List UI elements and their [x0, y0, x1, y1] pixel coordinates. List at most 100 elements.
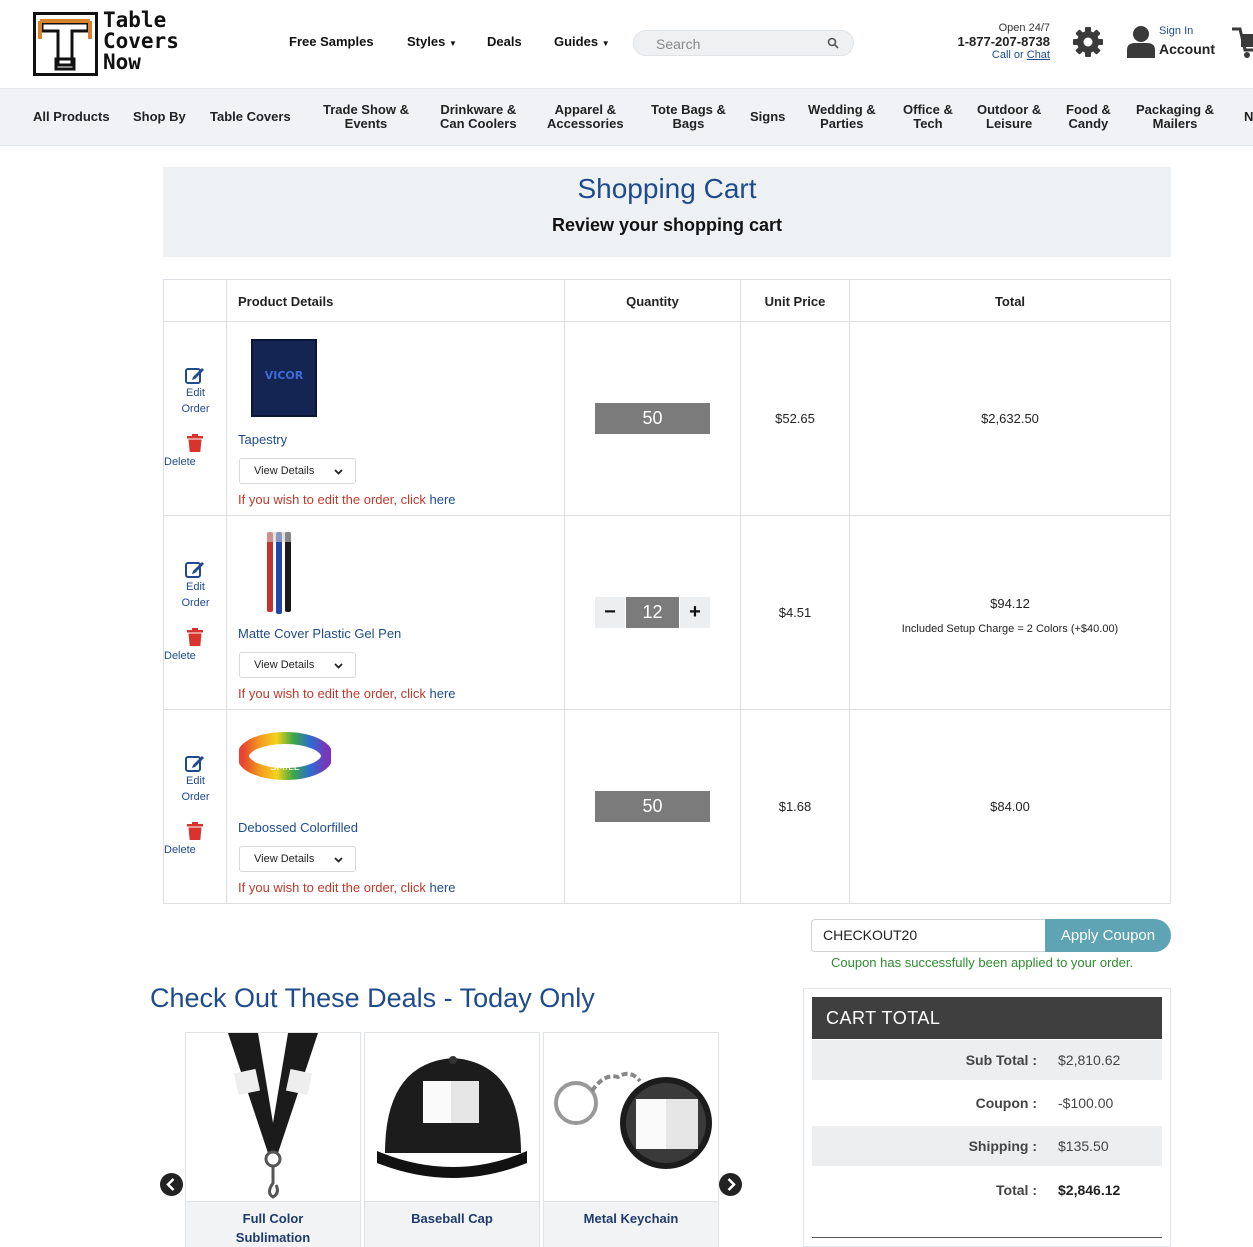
header-product-details: Product Details	[238, 294, 334, 309]
line-total: $2,632.50	[981, 411, 1039, 426]
logo-mark	[33, 12, 98, 76]
cart-icon[interactable]	[1232, 26, 1253, 60]
caret-down-icon: ▼	[448, 39, 457, 48]
nav-guides[interactable]: Guides ▼	[554, 34, 610, 49]
line-total: $84.00	[990, 799, 1030, 814]
unit-price: $4.51	[778, 605, 812, 620]
deal-card[interactable]: Full Color Sublimation	[185, 1032, 361, 1247]
category-wedding[interactable]: Wedding & Parties	[808, 103, 876, 131]
category-label: Bags	[672, 116, 705, 131]
header-quantity: Quantity	[626, 294, 679, 309]
deal-label: Metal Keychain	[583, 1211, 679, 1226]
category-outdoor[interactable]: Outdoor & Leisure	[977, 103, 1041, 131]
coupon-input[interactable]: CHECKOUT20	[811, 919, 1047, 952]
table-row: Edit Order Delete VICOR Tapestry View De…	[164, 322, 1170, 516]
edit-order-note: If you wish to edit the order, click her…	[238, 686, 456, 701]
edit-label: Edit	[186, 387, 205, 399]
edit-label: Edit	[186, 581, 205, 593]
category-signs[interactable]: Signs	[750, 110, 785, 124]
category-nav: All Products Shop By Table Covers Trade …	[0, 88, 1253, 146]
decrement-button[interactable]: −	[595, 597, 625, 628]
category-office[interactable]: Office & Tech	[903, 103, 953, 131]
account-link[interactable]: Account	[1159, 41, 1215, 57]
edit-order-button[interactable]: Edit Order	[164, 322, 227, 516]
apply-coupon-button[interactable]: Apply Coupon	[1045, 919, 1171, 952]
shipping-label: Shipping :	[968, 1138, 1037, 1154]
trash-icon[interactable]	[187, 822, 203, 840]
category-table-covers[interactable]: Table Covers	[210, 110, 291, 124]
delete-button[interactable]: Delete	[164, 844, 227, 856]
edit-note-text: If you wish to edit the order, click	[238, 686, 426, 701]
edit-here-link[interactable]: here	[430, 686, 456, 701]
edit-label: Edit	[186, 775, 205, 787]
product-image-gel-pen	[267, 532, 291, 614]
chat-link[interactable]: Chat	[1027, 49, 1050, 61]
category-tote-bags[interactable]: Tote Bags & Bags	[651, 103, 726, 131]
edit-order-button[interactable]: Edit Order	[164, 516, 227, 710]
product-name-link[interactable]: Debossed Colorfilled	[238, 820, 358, 835]
edit-here-link[interactable]: here	[430, 880, 456, 895]
trash-icon[interactable]	[187, 628, 203, 646]
deal-image-lanyard	[228, 1033, 318, 1199]
delete-button[interactable]: Delete	[164, 456, 227, 468]
quantity-field[interactable]: 50	[595, 791, 710, 822]
coupon-value: -$100.00	[1058, 1095, 1114, 1111]
user-icon[interactable]	[1126, 24, 1156, 58]
carousel-next-button[interactable]	[719, 1173, 742, 1196]
chevron-left-icon	[166, 1178, 175, 1191]
trash-icon[interactable]	[187, 434, 203, 452]
nav-styles[interactable]: Styles ▼	[407, 34, 457, 49]
nav-free-samples[interactable]: Free Samples	[289, 34, 374, 49]
product-name-link[interactable]: Matte Cover Plastic Gel Pen	[238, 626, 401, 641]
view-details-dropdown[interactable]: View Details	[239, 458, 356, 484]
product-name-link[interactable]: Tapestry	[238, 432, 287, 447]
category-label: Outdoor &	[977, 102, 1042, 117]
caret-down-icon: ▼	[601, 39, 610, 48]
gear-icon[interactable]	[1072, 26, 1104, 58]
view-details-dropdown[interactable]: View Details	[239, 652, 356, 678]
call-or-chat: Call or Chat	[930, 49, 1050, 61]
category-label: Candy	[1068, 116, 1109, 131]
category-food[interactable]: Food & Candy	[1066, 103, 1111, 131]
edit-order-note: If you wish to edit the order, click her…	[238, 492, 456, 507]
category-trade-show[interactable]: Trade Show & Events	[323, 103, 409, 131]
view-details-label: View Details	[254, 465, 315, 477]
deal-label: Sublimation	[235, 1230, 311, 1245]
edit-order-button[interactable]: Edit Order	[164, 710, 227, 904]
chevron-down-icon	[334, 469, 343, 475]
search-input[interactable]: Search	[633, 30, 854, 56]
delete-button[interactable]: Delete	[164, 650, 227, 662]
site-logo[interactable]: Table Covers Now	[33, 10, 203, 76]
category-packaging[interactable]: Packaging & Mailers	[1136, 103, 1214, 131]
category-drinkware[interactable]: Drinkware & Can Coolers	[440, 103, 517, 131]
quantity-field[interactable]: 12	[626, 597, 679, 628]
header-unit-price: Unit Price	[764, 294, 826, 309]
sign-in-link[interactable]: Sign In	[1159, 25, 1193, 37]
category-shop-by[interactable]: Shop By	[133, 110, 186, 124]
view-details-dropdown[interactable]: View Details	[239, 846, 356, 872]
shipping-row: Shipping : $135.50	[812, 1126, 1162, 1166]
category-apparel[interactable]: Apparel & Accessories	[547, 103, 624, 131]
category-all-products[interactable]: All Products	[33, 110, 110, 124]
deal-card[interactable]: Baseball Cap	[364, 1032, 540, 1247]
edit-icon	[185, 756, 204, 772]
deal-image-keychain	[554, 1071, 712, 1169]
phone-number[interactable]: 1-877-207-8738	[930, 34, 1050, 49]
quantity-field[interactable]: 50	[595, 403, 710, 434]
category-label: Packaging &	[1136, 102, 1215, 117]
subtotal-row: Sub Total : $2,810.62	[812, 1040, 1162, 1080]
carousel-prev-button[interactable]	[160, 1173, 183, 1196]
search-placeholder: Search	[656, 36, 701, 52]
category-label: Tech	[913, 116, 943, 131]
chevron-down-icon	[334, 857, 343, 863]
nav-deals[interactable]: Deals	[487, 34, 522, 49]
subtotal-value: $2,810.62	[1058, 1052, 1121, 1068]
increment-button[interactable]: +	[680, 597, 710, 628]
category-more[interactable]: N	[1244, 110, 1253, 124]
deal-card[interactable]: Metal Keychain	[543, 1032, 719, 1247]
grand-total-value: $2,846.12	[1058, 1182, 1121, 1198]
edit-here-link[interactable]: here	[430, 492, 456, 507]
product-image-text: VICOR	[265, 369, 304, 382]
order-label: Order	[181, 791, 210, 803]
search-icon[interactable]	[827, 37, 839, 49]
